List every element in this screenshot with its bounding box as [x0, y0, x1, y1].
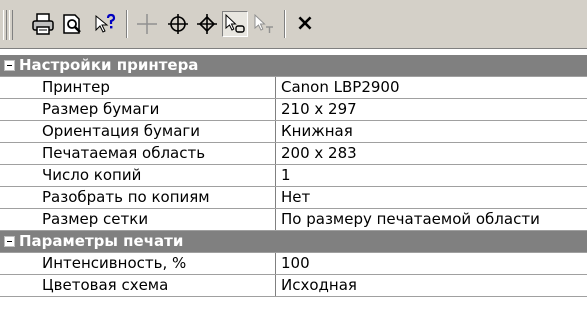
select-o-icon — [225, 13, 245, 33]
help-button[interactable] — [92, 11, 118, 37]
property-row[interactable]: Размер бумаги 210 x 297 — [0, 99, 587, 121]
property-row[interactable]: Число копий 1 — [0, 165, 587, 187]
property-name: Размер бумаги — [0, 99, 276, 120]
property-value[interactable]: 210 x 297 — [277, 99, 587, 120]
category-label: Настройки принтера — [19, 56, 199, 74]
property-row[interactable]: Принтер Canon LBP2900 — [0, 77, 587, 99]
property-name: Принтер — [0, 77, 276, 98]
circle-crosshair-button[interactable] — [165, 11, 191, 37]
property-row[interactable]: Размер сетки По размеру печатаемой облас… — [0, 209, 587, 231]
property-name: Печатаемая область — [0, 143, 276, 164]
print-button[interactable] — [30, 11, 56, 37]
toolbar: × — [0, 0, 587, 49]
property-name: Разобрать по копиям — [0, 187, 276, 208]
collapse-icon[interactable] — [4, 236, 15, 247]
collapse-icon[interactable] — [4, 60, 15, 71]
property-name: Цветовая схема — [0, 275, 276, 296]
property-row[interactable]: Интенсивность, % 100 — [0, 253, 587, 275]
toolbar-grip[interactable] — [9, 10, 13, 40]
property-value[interactable]: 200 x 283 — [277, 143, 587, 164]
property-name: Число копий — [0, 165, 276, 186]
property-row[interactable]: Цветовая схема Исходная — [0, 275, 587, 297]
toolbar-separator — [126, 10, 128, 38]
property-value[interactable]: 1 — [277, 165, 587, 186]
category-print-parameters[interactable]: Параметры печати — [0, 231, 587, 253]
close-button[interactable]: × — [292, 11, 318, 37]
select-o-button[interactable] — [222, 11, 248, 37]
select-t-button[interactable] — [251, 11, 277, 37]
diamond-crosshair-icon — [197, 14, 217, 34]
property-value[interactable]: Нет — [277, 187, 587, 208]
property-name: Размер сетки — [0, 209, 276, 230]
print-preview-button[interactable] — [60, 11, 86, 37]
property-value[interactable]: Книжная — [277, 121, 587, 142]
category-label: Параметры печати — [19, 232, 184, 250]
help-pointer-icon — [95, 13, 116, 33]
print-preview-icon — [63, 14, 81, 34]
property-name: Интенсивность, % — [0, 253, 276, 274]
printer-icon — [32, 13, 54, 35]
property-row[interactable]: Разобрать по копиям Нет — [0, 187, 587, 209]
property-value[interactable]: По размеру печатаемой области — [277, 209, 587, 230]
toolbar-grip[interactable] — [3, 10, 7, 40]
category-printer-settings[interactable]: Настройки принтера — [0, 55, 587, 77]
crosshair-icon — [137, 14, 157, 34]
property-row[interactable]: Печатаемая область 200 x 283 — [0, 143, 587, 165]
property-name: Ориентация бумаги — [0, 121, 276, 142]
diamond-crosshair-button[interactable] — [194, 11, 220, 37]
property-grid: Настройки принтера Принтер Canon LBP2900… — [0, 55, 587, 297]
crosshair-button[interactable] — [134, 11, 160, 37]
property-value[interactable]: Исходная — [277, 275, 587, 296]
property-value[interactable]: 100 — [277, 253, 587, 274]
circle-crosshair-icon — [168, 14, 188, 34]
close-icon: × — [295, 11, 315, 36]
toolbar-separator — [284, 10, 286, 38]
select-t-icon — [254, 13, 273, 33]
property-row[interactable]: Ориентация бумаги Книжная — [0, 121, 587, 143]
property-value[interactable]: Canon LBP2900 — [277, 77, 587, 98]
